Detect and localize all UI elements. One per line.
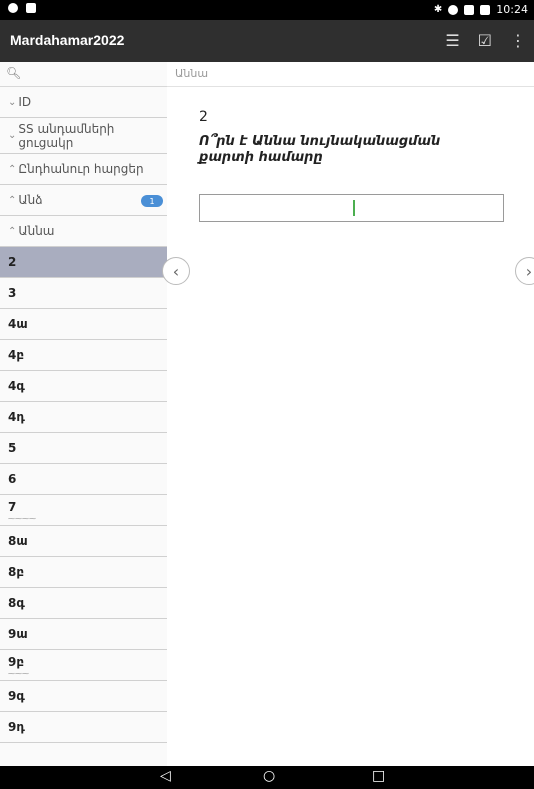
more-vert-icon[interactable]: ⋮ xyxy=(510,31,526,50)
sidebar-item-9a[interactable]: 9ա xyxy=(0,619,167,650)
sidebar-item-label: 8գ xyxy=(8,596,25,610)
edit-icon[interactable]: ☑ xyxy=(478,31,492,50)
sidebar-item-label: 9ա xyxy=(8,627,28,641)
sidebar-item-label: 9դ xyxy=(8,720,25,734)
home-icon[interactable]: ○ xyxy=(263,768,275,784)
sidebar-item-9g[interactable]: 9գ xyxy=(0,681,167,712)
breadcrumb-bar: Աննա xyxy=(167,62,534,87)
question-text: Ո՞րն է Աննա նույնականացման քարտի համարը xyxy=(199,134,441,165)
sidebar-item-ss-list[interactable]: ⌄ SS անդամների ցուցակր xyxy=(0,118,167,154)
sidebar-item-label: 9գ xyxy=(8,689,25,703)
sidebar-item-label: 4դ xyxy=(8,410,25,424)
dnd-icon xyxy=(448,4,459,15)
sidebar-item-label: 4բ xyxy=(8,348,25,362)
chevron-up-icon: ⌃ xyxy=(8,194,17,206)
sidebar-item-label: ID xyxy=(18,95,32,109)
sidebar-item-id[interactable]: ⌄ ID xyxy=(0,87,167,118)
sidebar-item-label: 4գ xyxy=(8,379,25,393)
sidebar-item-anna[interactable]: ⌃ Աննա xyxy=(0,216,167,247)
sidebar-search[interactable]: 🔍︎ xyxy=(0,62,167,87)
sidebar-item-6[interactable]: 6 xyxy=(0,464,167,495)
next-button[interactable]: › xyxy=(515,257,534,285)
sidebar-item-5[interactable]: 5 xyxy=(0,433,167,464)
sidebar-item-4b[interactable]: 4բ xyxy=(0,340,167,371)
sidebar-item-label: 8բ xyxy=(8,565,25,579)
sidebar-item-label: 4ա xyxy=(8,317,28,331)
list-icon[interactable]: ☰ xyxy=(445,31,459,50)
sidebar-item-4g[interactable]: 4գ xyxy=(0,371,167,402)
sidebar-item-label: 3 xyxy=(8,286,17,300)
chevron-down-icon: ⌄ xyxy=(8,96,17,108)
sidebar-item-8a[interactable]: 8ա xyxy=(0,526,167,557)
chevron-left-icon: ‹ xyxy=(172,261,180,281)
sidebar-item-3[interactable]: 3 xyxy=(0,278,167,309)
bluetooth-icon: ✱ xyxy=(433,4,443,15)
count-badge: 1 xyxy=(141,195,163,207)
sidebar-item-label: 8ա xyxy=(8,534,28,548)
sidebar-item-label: 2 xyxy=(8,255,17,269)
sidebar-item-4d[interactable]: 4դ xyxy=(0,402,167,433)
image-icon xyxy=(26,3,36,13)
search-icon[interactable]: 🔍︎ xyxy=(6,66,21,80)
sidebar-item-general-questions[interactable]: ⌃ Ընդհանուր հարցեր xyxy=(0,154,167,185)
sidebar-item-8b[interactable]: 8բ xyxy=(0,557,167,588)
sidebar-item-4a[interactable]: 4ա xyxy=(0,309,167,340)
system-nav-bar: ◁ ○ □ xyxy=(0,766,534,789)
notification-icon xyxy=(8,3,18,13)
battery-icon xyxy=(480,4,491,15)
sidebar-item-subtext: ⁓⁓⁓ xyxy=(8,670,29,678)
sidebar: 🔍︎ ⌄ ID ⌄ SS անդամների ցուցակր ⌃ Ընդհանո… xyxy=(0,62,168,766)
main-content: Աննա 2 Ո՞րն է Աննա նույնականացման քարտի … xyxy=(162,62,534,766)
chevron-up-icon: ⌃ xyxy=(8,225,17,237)
sidebar-item-2[interactable]: 2 xyxy=(0,247,167,278)
sidebar-item-subtext: ⁓⁓⁓⁓ xyxy=(8,515,36,523)
chevron-right-icon: › xyxy=(525,261,533,281)
sidebar-item-8g[interactable]: 8գ xyxy=(0,588,167,619)
sidebar-item-9b[interactable]: 9բ ⁓⁓⁓ xyxy=(0,650,167,681)
breadcrumb[interactable]: Աննա xyxy=(175,67,208,80)
sidebar-item-person[interactable]: ⌃ Անձ 1 xyxy=(0,185,167,216)
app-title: Mardahamar2022 xyxy=(10,32,125,48)
status-bar: ✱ 10:24 xyxy=(0,0,534,20)
app-bar: Mardahamar2022 ☰ ☑ ⋮ xyxy=(0,20,534,62)
question-number: 2 xyxy=(199,109,208,125)
signal-icon xyxy=(464,4,475,15)
sidebar-item-label: Ընդհանուր հարցեր xyxy=(18,162,144,176)
sidebar-item-label: Աննա xyxy=(18,224,55,238)
back-icon[interactable]: ◁ xyxy=(160,768,171,784)
sidebar-item-label: SS անդամների ցուցակր xyxy=(18,122,115,150)
previous-button[interactable]: ‹ xyxy=(162,257,190,285)
chevron-up-icon: ⌃ xyxy=(8,163,17,175)
sidebar-item-label: 5 xyxy=(8,441,17,455)
sidebar-item-9d[interactable]: 9դ xyxy=(0,712,167,743)
sidebar-item-7[interactable]: 7 ⁓⁓⁓⁓ xyxy=(0,495,167,526)
status-time: 10:24 xyxy=(496,3,528,16)
sidebar-item-label: Անձ xyxy=(18,193,43,207)
recents-icon[interactable]: □ xyxy=(372,768,385,784)
text-caret xyxy=(353,200,355,216)
chevron-down-icon: ⌄ xyxy=(8,130,17,141)
sidebar-item-label: 9բ xyxy=(8,655,25,669)
answer-input[interactable] xyxy=(199,194,504,222)
sidebar-item-label: 6 xyxy=(8,472,17,486)
sidebar-item-label: 7 xyxy=(8,500,17,514)
